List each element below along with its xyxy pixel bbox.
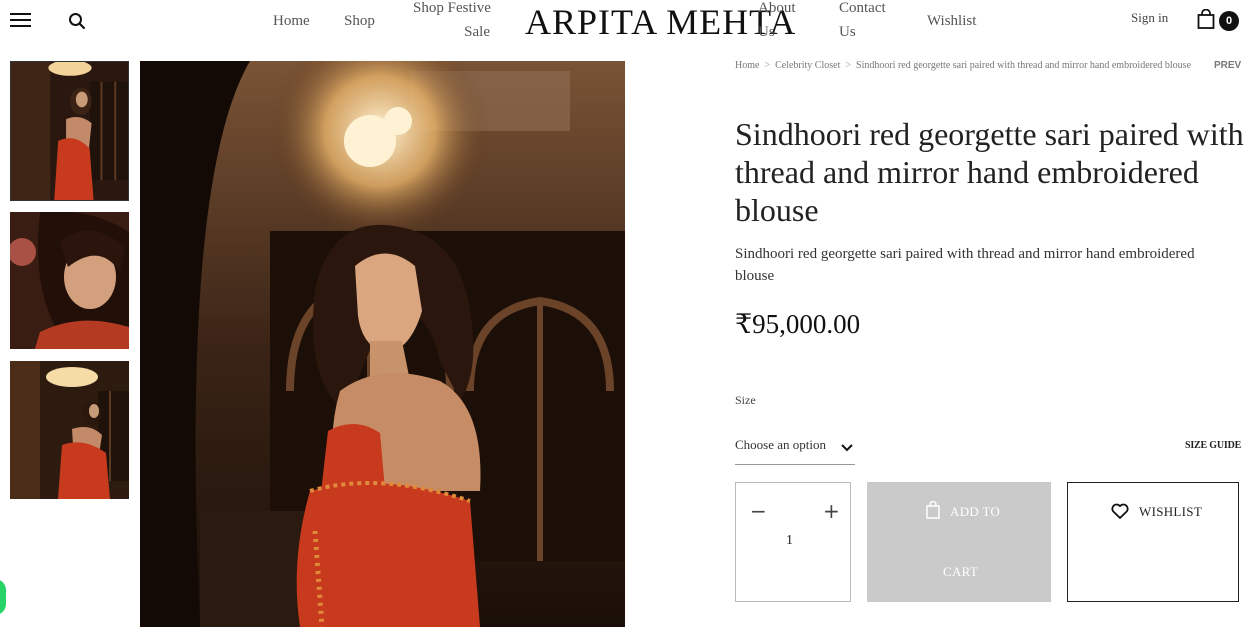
add-to-cart-button[interactable]: ADD TO CART [867,482,1051,602]
quantity-value[interactable]: 1 [786,533,793,549]
quantity-stepper: − 1 + [735,482,851,602]
breadcrumb-celebrity-closet[interactable]: Celebrity Closet [775,60,840,71]
nav-about-us[interactable]: About Us [758,0,796,44]
size-guide-link[interactable]: SIZE GUIDE [1185,440,1241,451]
thumbnail-3[interactable] [10,361,129,499]
heart-icon [1111,503,1129,519]
nav-about-line2: Us [758,24,775,40]
search-icon[interactable] [68,12,86,30]
shopping-bag-icon[interactable] [1197,9,1215,29]
main-product-image-illustration [140,61,625,627]
brand-logo[interactable]: ARPITA MEHTA [525,2,795,42]
sign-in-link[interactable]: Sign in [1131,10,1168,26]
add-to-wishlist-button[interactable]: WISHLIST [1067,482,1239,602]
product-description: Sindhoori red georgette sari paired with… [735,246,1195,284]
nav-shop-festive-sale[interactable]: Shop Festive Sale [412,0,492,44]
nav-shop-festive-line1: Shop Festive [413,0,491,16]
menu-icon[interactable] [10,13,31,29]
shopping-bag-icon [926,501,940,519]
nav-contact-line1: Contact [839,0,886,16]
breadcrumb-home[interactable]: Home [735,60,759,71]
quantity-decrease-button[interactable]: − [750,499,767,523]
nav-home[interactable]: Home [273,9,310,33]
product-title: Sindhoori red georgette sari paired with… [735,116,1244,228]
thumbnail-1-image [11,62,128,200]
nav-wishlist[interactable]: Wishlist [927,9,976,33]
whatsapp-chat-icon[interactable] [0,579,6,615]
breadcrumb-separator: > [845,60,852,71]
prev-product-link[interactable]: PREV [1214,60,1241,71]
nav-about-line1: About [758,0,796,16]
cart-count-badge[interactable]: 0 [1219,11,1239,31]
chevron-down-icon [841,444,853,452]
nav-shop[interactable]: Shop [344,9,375,33]
breadcrumb-separator: > [764,60,771,71]
nav-contact-line2: Us [839,24,856,40]
quantity-increase-button[interactable]: + [823,499,840,523]
product-price: ₹95,000.00 [735,309,861,339]
nav-shop-festive-line2: Sale [464,24,490,40]
breadcrumb: Home > Celebrity Closet > Sindhoori red geor… [735,60,1191,71]
thumbnail-1[interactable] [10,61,129,201]
size-select[interactable]: Choose an option [735,437,855,465]
thumbnail-2-image [10,212,129,349]
wishlist-button-label: WISHLIST [1139,504,1203,519]
thumbnail-2[interactable] [10,212,129,349]
main-product-image[interactable] [140,61,625,627]
add-to-cart-label-line1: ADD TO [950,504,1001,519]
nav-contact-us[interactable]: Contact Us [839,0,886,44]
size-select-value: Choose an option [735,437,826,452]
site-header: Home Shop Shop Festive Sale ARPITA MEHTA… [0,0,1255,44]
add-to-cart-label-line2: CART [943,564,979,579]
breadcrumb-current: Sindhoori red georgette sari paired with… [856,60,1192,71]
thumbnail-3-image [10,361,129,499]
size-label: Size [735,393,756,407]
